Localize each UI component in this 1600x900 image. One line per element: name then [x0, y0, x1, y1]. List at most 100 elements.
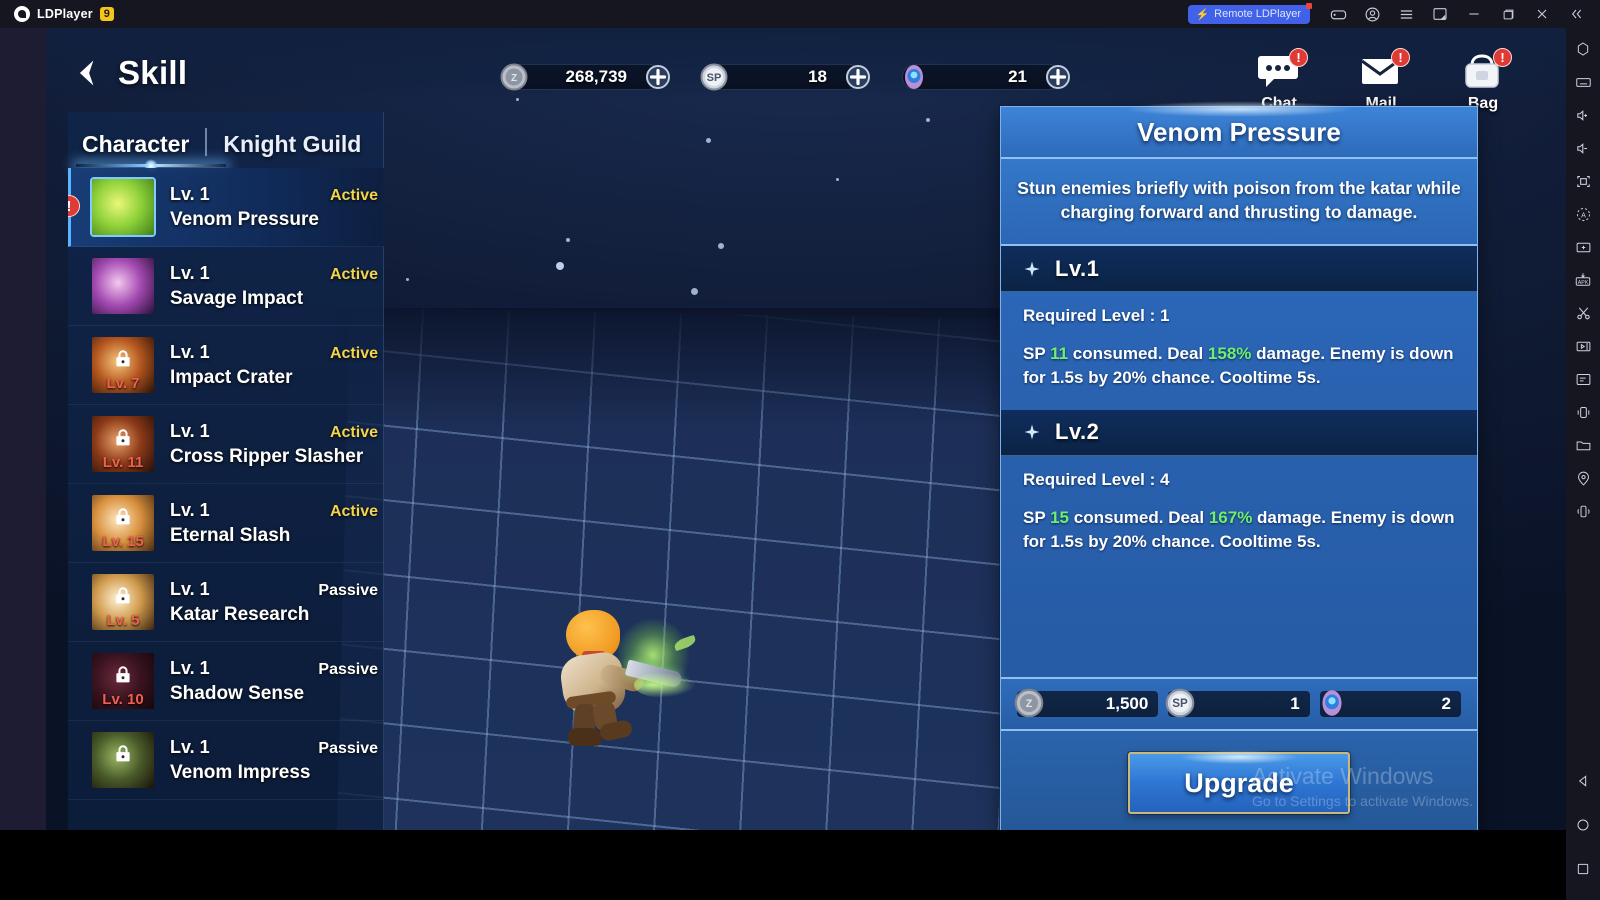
rotate-icon[interactable]	[1570, 498, 1596, 524]
lock-icon	[112, 348, 134, 374]
skill-name: Shadow Sense	[170, 682, 305, 704]
blue-gem-icon	[897, 60, 931, 94]
skill-row[interactable]: Lv. 5 Lv. 1 Passive Katar Research	[68, 563, 384, 642]
upgrade-cost-row: 1,500 Z 1 SP 2	[1001, 677, 1477, 731]
cost-gem-value: 2	[1441, 694, 1451, 713]
currency-gold: 268,739 Z	[500, 63, 670, 91]
skill-unlock-requirement: Lv. 5	[106, 612, 140, 629]
scissors-icon[interactable]	[1570, 300, 1596, 326]
skill-unlock-requirement: Lv. 11	[102, 454, 144, 471]
stat-highlight: 15	[1050, 507, 1070, 527]
skill-meta-row: Lv. 1 Active	[170, 500, 378, 521]
close-icon[interactable]	[1526, 1, 1558, 27]
svg-text:A: A	[1581, 211, 1586, 219]
window-left-edge	[0, 0, 46, 872]
maximize-icon[interactable]	[1492, 1, 1524, 27]
home-circle-icon[interactable]	[1570, 812, 1596, 838]
folder-icon[interactable]	[1570, 432, 1596, 458]
video-record-icon[interactable]	[1570, 234, 1596, 260]
top-hud: Skill 268,739 Z 18 SP 21 ! ! Mail ! Bag	[46, 28, 1566, 112]
level-body: Required Level : 4 SP 15 consumed. Deal 1…	[1001, 456, 1477, 574]
volume-down-icon[interactable]	[1570, 135, 1596, 161]
required-level: Required Level : 4	[1023, 469, 1170, 489]
skill-thumbnail: Lv. 5	[92, 574, 154, 630]
remote-ldplayer-button[interactable]: ⚡ Remote LDPlayer	[1188, 2, 1312, 24]
multi-instance-icon[interactable]	[1424, 1, 1456, 27]
skill-type: Passive	[318, 739, 378, 757]
account-icon[interactable]	[1356, 1, 1388, 27]
bag-button[interactable]: ! Bag	[1446, 48, 1520, 113]
svg-text:APK: APK	[1578, 280, 1589, 286]
auto-rotate-icon[interactable]: A	[1570, 201, 1596, 227]
skill-row[interactable]: Lv. 10 Lv. 1 Passive Shadow Sense	[68, 642, 384, 721]
apk-install-icon[interactable]: APK	[1570, 267, 1596, 293]
level-body: Required Level : 1 SP 11 consumed. Deal 1…	[1001, 292, 1477, 410]
skill-thumbnail	[92, 732, 154, 788]
lock-icon	[112, 585, 134, 611]
diamond-icon	[1023, 423, 1041, 441]
lock-icon	[112, 743, 134, 769]
currency-gold-add-button[interactable]	[643, 62, 673, 92]
upgrade-button[interactable]: Upgrade	[1128, 752, 1350, 814]
version-badge: 9	[99, 7, 114, 21]
multi-player-icon[interactable]	[1570, 333, 1596, 359]
skill-effect-streak	[634, 672, 696, 698]
upgrade-label: Upgrade	[1184, 767, 1294, 798]
collapse-icon[interactable]	[1560, 1, 1592, 27]
svg-text:SP: SP	[1173, 697, 1189, 710]
back-triangle-icon[interactable]	[1570, 768, 1596, 794]
lock-icon	[112, 664, 134, 690]
gamepad-icon[interactable]	[1322, 1, 1354, 27]
star	[406, 278, 409, 281]
skill-row[interactable]: Lv. 7 Lv. 1 Active Impact Crater	[68, 326, 384, 405]
skill-row[interactable]: Lv. 1 Passive Venom Impress	[68, 721, 384, 800]
currency-gold-bar: 268,739 Z	[500, 63, 670, 91]
fullscreen-shape-icon[interactable]	[1570, 36, 1596, 62]
tab-knight-guild[interactable]: Knight Guild	[209, 131, 375, 164]
skill-meta-row: Lv. 1 Passive	[170, 737, 378, 758]
skill-row[interactable]: ! Lv. 1 Active Venom Pressure	[68, 168, 384, 247]
skill-thumbnail: Lv. 11	[92, 416, 154, 472]
detail-header: Venom Pressure	[1001, 107, 1477, 159]
skill-meta-row: Lv. 1 Passive	[170, 658, 378, 679]
keyboard-icon[interactable]	[1570, 69, 1596, 95]
recents-square-icon[interactable]	[1570, 856, 1596, 882]
mail-button[interactable]: ! Mail	[1344, 48, 1418, 113]
app-name: LDPlayer	[37, 7, 93, 21]
back-chevron-icon[interactable]	[70, 56, 104, 90]
shake-icon[interactable]	[1570, 399, 1596, 425]
script-icon[interactable]	[1570, 366, 1596, 392]
svg-text:Z: Z	[1026, 698, 1033, 710]
menu-icon[interactable]	[1390, 1, 1422, 27]
cost-skillpoint-value: 1	[1290, 694, 1300, 713]
skill-level: Lv. 1	[170, 578, 210, 599]
skill-alert-badge: !	[68, 195, 80, 217]
skill-row[interactable]: Lv. 15 Lv. 1 Active Eternal Slash	[68, 484, 384, 563]
screenshot-icon[interactable]	[1570, 168, 1596, 194]
star	[556, 262, 564, 270]
skill-level: Lv. 1	[170, 341, 210, 362]
ldplayer-sidebar: A APK	[1566, 28, 1600, 900]
currency-skillpoint-value: 18	[808, 67, 827, 86]
currency-skillpoint-add-button[interactable]	[843, 62, 873, 92]
tab-character[interactable]: Character	[68, 131, 203, 164]
svg-text:SP: SP	[707, 72, 722, 84]
skill-list[interactable]: ! Lv. 1 Active Venom Pressure Lv. 1 Active Sav…	[68, 168, 384, 830]
diamond-icon	[1023, 260, 1041, 278]
skill-thumbnail: Lv. 15	[92, 495, 154, 551]
game-screen: Skill 268,739 Z 18 SP 21 ! ! Mail ! Bag …	[46, 28, 1566, 830]
minimize-icon[interactable]	[1458, 1, 1490, 27]
skill-level: Lv. 1	[170, 420, 210, 441]
level-stats: SP 15 consumed. Deal 167% damage. Enemy …	[1023, 507, 1455, 551]
skill-row[interactable]: Lv. 11 Lv. 1 Active Cross Ripper Slasher	[68, 405, 384, 484]
skill-level: Lv. 1	[170, 657, 210, 678]
volume-up-icon[interactable]	[1570, 102, 1596, 128]
remote-label: Remote LDPlayer	[1214, 8, 1301, 20]
skill-thumbnail: Lv. 7	[92, 337, 154, 393]
window-bottom-edge	[0, 830, 1600, 900]
location-icon[interactable]	[1570, 465, 1596, 491]
skill-level: Lv. 1	[170, 499, 210, 520]
skill-unlock-requirement: Lv. 10	[102, 691, 144, 708]
skill-row[interactable]: Lv. 1 Active Savage Impact	[68, 247, 384, 326]
currency-gem-add-button[interactable]	[1043, 62, 1073, 92]
